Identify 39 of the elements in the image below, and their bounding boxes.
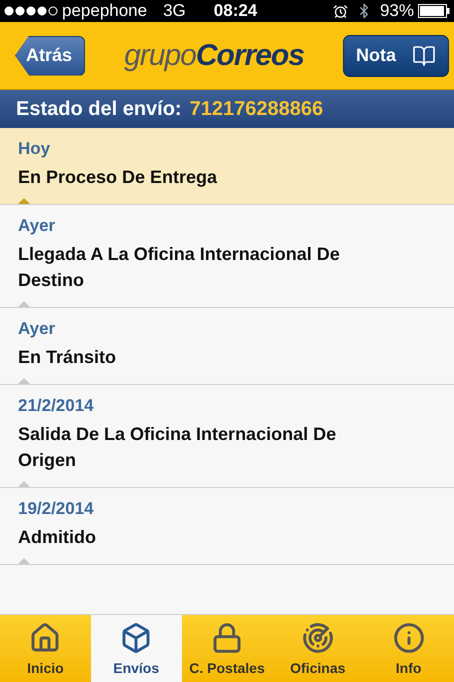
tab[interactable]: Inicio <box>0 615 91 682</box>
pointer-icon <box>18 301 30 307</box>
event-status: En Proceso De Entrega <box>18 166 218 189</box>
pointer-icon <box>18 378 30 384</box>
event-date: Ayer <box>18 215 56 237</box>
battery-percent: 93% <box>380 0 414 22</box>
home-icon <box>29 622 62 654</box>
pointer-icon <box>18 198 30 204</box>
network-type: 3G <box>163 0 186 22</box>
lock-icon <box>210 622 243 654</box>
event-date: Ayer <box>18 318 56 340</box>
tab[interactable]: Info <box>363 615 454 682</box>
event-status: En Tránsito <box>18 346 118 369</box>
pointer-icon <box>18 481 30 487</box>
box-icon <box>120 622 152 654</box>
event-status: Salida De La Oficina Internacional De Origen <box>18 423 338 472</box>
battery-icon <box>418 4 450 18</box>
back-button[interactable]: Atrás <box>15 36 86 76</box>
event-status: Admitido <box>18 526 97 549</box>
event-date: 19/2/2014 <box>18 498 95 520</box>
tab[interactable]: Oficinas <box>272 615 364 682</box>
book-icon <box>412 44 436 68</box>
clock: 08:24 <box>214 0 258 22</box>
tracking-event[interactable]: Hoy En Proceso De Entrega <box>0 128 454 205</box>
note-button[interactable]: Nota <box>343 34 449 76</box>
header-label: Estado del envío: <box>16 97 182 122</box>
logo: grupoCorreos <box>124 38 304 74</box>
alarm-icon <box>332 4 348 18</box>
tab[interactable]: Envíos <box>90 615 182 682</box>
event-status: Llegada A La Oficina Internacional De Destino <box>18 243 341 292</box>
radar-icon <box>302 622 334 654</box>
pointer-icon <box>18 558 30 564</box>
info-icon <box>392 622 425 654</box>
carrier-name: pepephone <box>62 0 148 22</box>
event-date: Hoy <box>18 138 52 160</box>
tracking-number: 712176288866 <box>190 97 324 122</box>
event-date: 21/2/2014 <box>18 395 95 417</box>
tab[interactable]: C. Postales <box>182 615 272 682</box>
signal-icon <box>4 6 58 16</box>
